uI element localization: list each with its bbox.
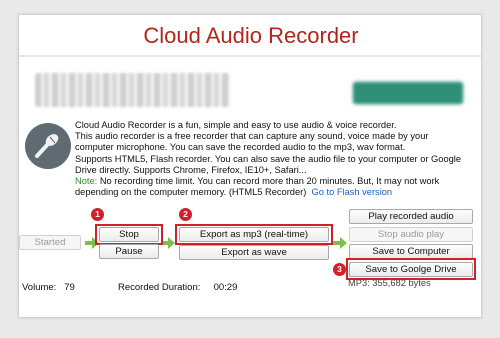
description-line: Cloud Audio Recorder is a fun, simple an… [75, 120, 397, 130]
title-divider [19, 55, 481, 57]
app-title: Cloud Audio Recorder [143, 23, 359, 48]
microphone-icon [25, 123, 71, 169]
save-drive-highlight [346, 258, 476, 280]
export-mp3-highlight [175, 224, 333, 245]
blurred-ad-button [353, 82, 463, 104]
export-wave-button[interactable]: Export as wave [179, 245, 329, 260]
memory-text: depending on the computer memory. (HTML5… [75, 187, 307, 198]
step-2-badge: 2 [179, 208, 192, 221]
memory-line: depending on the computer memory. (HTML5… [75, 187, 475, 198]
save-to-computer-button[interactable]: Save to Computer [349, 244, 473, 259]
recorder-panel: Cloud Audio Recorder Cloud Audio Recorde… [18, 14, 482, 318]
volume-status: Volume: 79 [22, 282, 75, 293]
play-recorded-button[interactable]: Play recorded audio [349, 209, 473, 224]
pause-button[interactable]: Pause [99, 244, 159, 259]
right-arrow-icon [161, 236, 175, 254]
right-arrow-icon [333, 236, 347, 254]
description-line: Supports HTML5, Flash recorder. You can … [75, 153, 462, 164]
note-text: No recording time limit. You can record … [97, 176, 440, 187]
duration-label: Recorded Duration: [118, 282, 201, 293]
mp3-size-label: MP3: 355,682 bytes [348, 278, 431, 288]
description-line: This audio recorder is a free recorder t… [75, 131, 429, 142]
volume-value: 79 [64, 282, 75, 293]
step-3-badge: 3 [333, 263, 346, 276]
stop-highlight [95, 224, 163, 245]
description-line: Drive directly. Supports Chrome, Firefox… [75, 164, 307, 175]
description-line: computer microphone. You can save the re… [75, 142, 406, 153]
blurred-ad-banner [35, 73, 230, 107]
note-line: Note: No recording time limit. You can r… [75, 176, 475, 187]
step-1-badge: 1 [91, 208, 104, 221]
note-label: Note: [75, 176, 98, 187]
description-text: Cloud Audio Recorder is a fun, simple an… [75, 120, 475, 198]
flash-version-link[interactable]: Go to Flash version [312, 187, 393, 197]
volume-label: Volume: [22, 282, 57, 293]
stop-audio-button[interactable]: Stop audio play [349, 227, 473, 242]
duration-value: 00:29 [213, 282, 238, 293]
started-button: Started [19, 235, 81, 250]
duration-status: Recorded Duration: 00:29 [118, 282, 237, 293]
